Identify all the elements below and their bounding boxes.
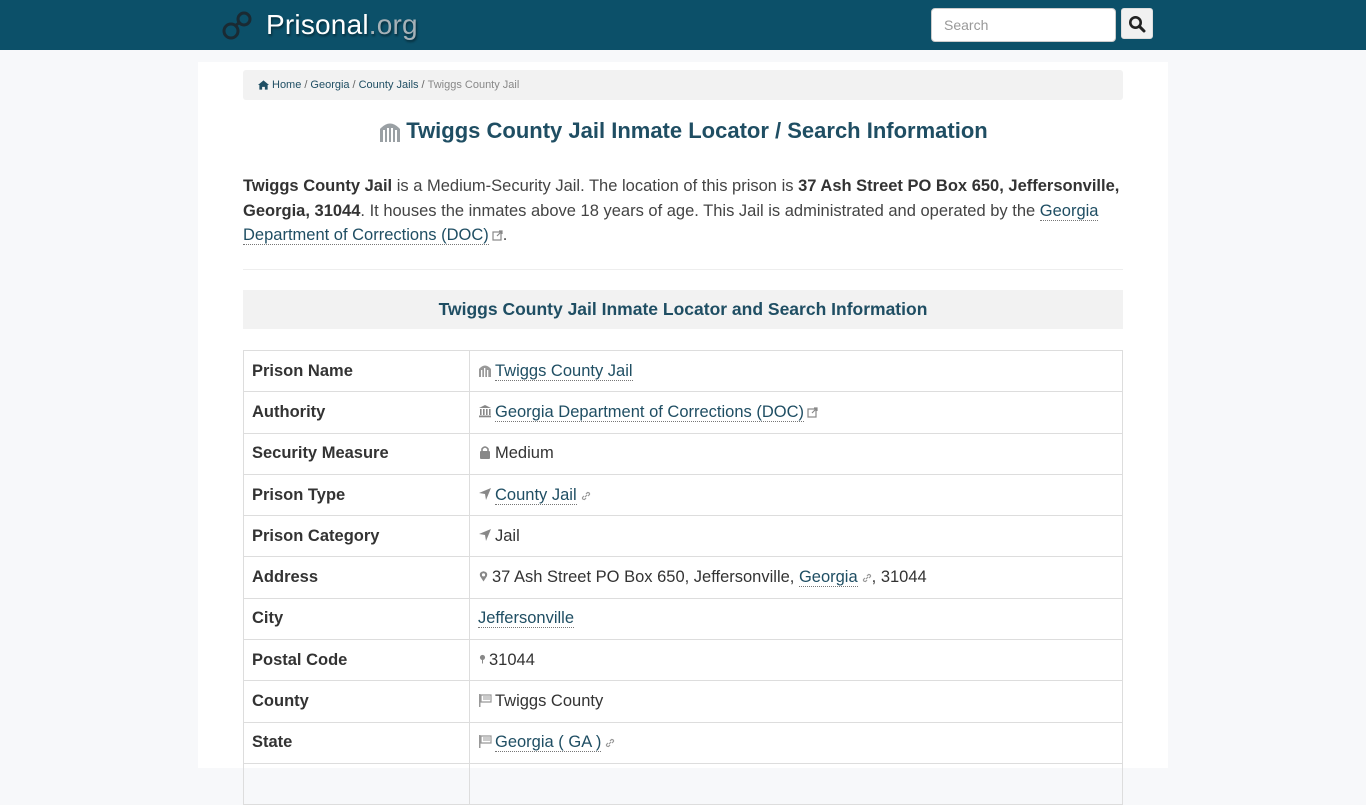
divider bbox=[243, 269, 1123, 270]
row-value: Twiggs County bbox=[469, 680, 1123, 723]
search-form bbox=[931, 8, 1153, 42]
table-row-county: County Twiggs County bbox=[243, 680, 1123, 723]
breadcrumb-county-jails[interactable]: County Jails bbox=[359, 79, 419, 91]
address-text: 37 Ash Street PO Box 650, Jeffersonville… bbox=[492, 568, 799, 587]
brand-tld: .org bbox=[368, 9, 418, 40]
table-row-authority: Authority Georgia Department of Correcti… bbox=[243, 391, 1123, 434]
table-row-partial bbox=[243, 762, 1123, 805]
table-row-security-measure: Security Measure Medium bbox=[243, 432, 1123, 475]
chain-link-icon bbox=[581, 491, 590, 500]
row-value: Twiggs County Jail bbox=[469, 349, 1123, 393]
search-input[interactable] bbox=[931, 8, 1116, 42]
section-heading: Twiggs County Jail Inmate Locator and Se… bbox=[243, 290, 1123, 329]
table-row-prison-name: Prison Name Twiggs County Jail bbox=[243, 349, 1123, 393]
external-link-icon bbox=[492, 230, 503, 241]
city-link[interactable]: Jeffersonville bbox=[478, 609, 574, 629]
row-label: County bbox=[243, 680, 470, 723]
table-row-state: State Georgia ( GA ) bbox=[243, 721, 1123, 764]
breadcrumb-separator: / bbox=[421, 79, 425, 91]
row-value bbox=[469, 762, 1123, 805]
search-button[interactable] bbox=[1121, 8, 1153, 39]
breadcrumb-separator: / bbox=[352, 79, 356, 91]
handcuffs-icon bbox=[222, 11, 252, 40]
row-label bbox=[243, 762, 470, 805]
county-value: Twiggs County bbox=[495, 692, 604, 711]
page-title-text: Twiggs County Jail Inmate Locator / Sear… bbox=[406, 118, 988, 143]
row-label: State bbox=[243, 721, 470, 764]
flag-icon bbox=[479, 735, 492, 749]
row-label: Security Measure bbox=[243, 432, 470, 475]
external-link-icon bbox=[807, 407, 818, 418]
row-label: Authority bbox=[243, 391, 470, 434]
prison-name-link[interactable]: Twiggs County Jail bbox=[495, 361, 633, 381]
page-background bbox=[0, 62, 198, 768]
row-value: 37 Ash Street PO Box 650, Jeffersonville… bbox=[469, 556, 1123, 599]
breadcrumb: Home / Georgia / County Jails / Twiggs C… bbox=[243, 70, 1123, 100]
lock-icon bbox=[480, 446, 490, 460]
search-icon bbox=[1129, 15, 1146, 32]
row-value: Georgia ( GA ) bbox=[469, 721, 1123, 764]
prison-category-value: Jail bbox=[495, 526, 520, 545]
row-value: 31044 bbox=[469, 639, 1123, 682]
authority-link[interactable]: Georgia Department of Corrections (DOC) bbox=[495, 402, 805, 422]
location-arrow-icon bbox=[479, 528, 491, 541]
brand-logo-link[interactable]: Prisonal.org bbox=[222, 6, 418, 44]
row-value: Georgia Department of Corrections (DOC) bbox=[469, 391, 1123, 434]
intro-text: . It houses the inmates above 18 years o… bbox=[360, 201, 1040, 220]
intro-facility-name: Twiggs County Jail bbox=[243, 177, 393, 195]
top-navbar: Prisonal.org bbox=[0, 0, 1366, 50]
main-content: Home / Georgia / County Jails / Twiggs C… bbox=[198, 62, 1168, 805]
flag-icon bbox=[479, 694, 492, 708]
address-postal: , 31044 bbox=[871, 568, 927, 587]
row-value: Jeffersonville bbox=[469, 597, 1123, 641]
chain-link-icon bbox=[606, 739, 615, 748]
postal-code-value: 31044 bbox=[489, 650, 535, 669]
row-label: Prison Category bbox=[243, 515, 470, 558]
table-row-postal-code: Postal Code 31044 bbox=[243, 639, 1123, 682]
map-pin-icon bbox=[479, 654, 486, 664]
breadcrumb-separator: / bbox=[304, 79, 308, 91]
breadcrumb-current: Twiggs County Jail bbox=[427, 79, 520, 91]
row-label: Prison Name bbox=[243, 349, 470, 393]
intro-text: . bbox=[502, 226, 508, 245]
prison-type-link[interactable]: County Jail bbox=[495, 485, 577, 505]
address-state-link[interactable]: Georgia bbox=[798, 568, 858, 588]
table-row-prison-category: Prison Category Jail bbox=[243, 515, 1123, 558]
brand-name: Prisonal.org bbox=[266, 9, 418, 40]
security-value: Medium bbox=[495, 444, 554, 463]
intro-paragraph: Twiggs County Jail is a Medium-Security … bbox=[243, 174, 1123, 248]
page-title: Twiggs County Jail Inmate Locator / Sear… bbox=[243, 116, 1123, 146]
table-row-prison-type: Prison Type County Jail bbox=[243, 473, 1123, 517]
breadcrumb-home[interactable]: Home bbox=[272, 79, 301, 91]
row-label: City bbox=[243, 597, 470, 641]
table-row-address: Address 37 Ash Street PO Box 650, Jeffer… bbox=[243, 556, 1123, 599]
row-label: Address bbox=[243, 556, 470, 599]
row-label: Postal Code bbox=[243, 639, 470, 682]
home-icon bbox=[258, 80, 269, 90]
prison-gate-icon bbox=[479, 365, 491, 377]
location-arrow-icon bbox=[479, 487, 491, 500]
chain-link-icon bbox=[862, 574, 871, 583]
row-value: Medium bbox=[469, 432, 1123, 475]
intro-text: is a Medium-Security Jail. The location … bbox=[392, 177, 799, 195]
state-link[interactable]: Georgia ( GA ) bbox=[495, 733, 602, 753]
row-label: Prison Type bbox=[243, 473, 470, 517]
institution-icon bbox=[479, 404, 491, 418]
breadcrumb-georgia[interactable]: Georgia bbox=[310, 79, 349, 91]
row-value: Jail bbox=[469, 515, 1123, 558]
row-value: County Jail bbox=[469, 473, 1123, 517]
prison-gate-icon bbox=[380, 123, 401, 142]
map-marker-icon bbox=[479, 571, 488, 582]
facility-info-table: Prison Name Twiggs County Jail Authority… bbox=[243, 349, 1123, 805]
table-row-city: City Jeffersonville bbox=[243, 597, 1123, 641]
